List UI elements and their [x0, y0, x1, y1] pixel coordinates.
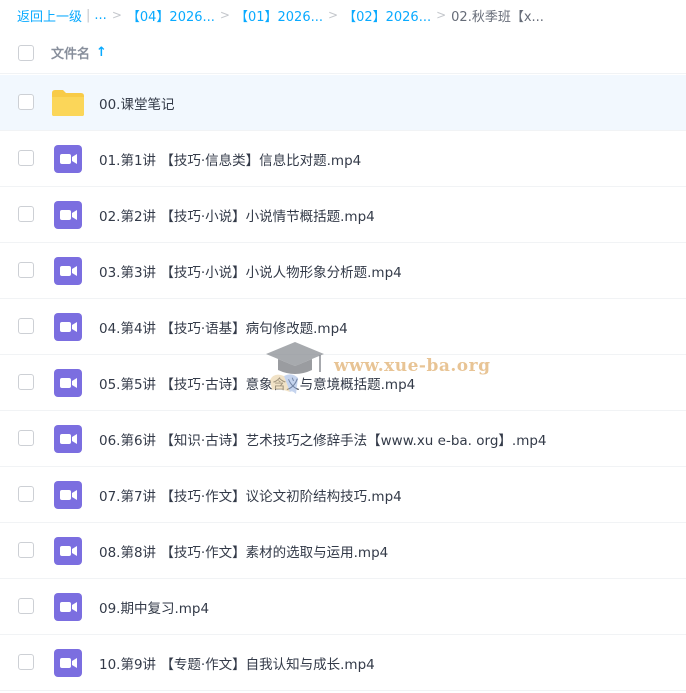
- breadcrumb-divider: |: [86, 7, 91, 23]
- file-name[interactable]: 08.第8讲 【技巧·作文】素材的选取与运用.mp4: [99, 541, 388, 561]
- breadcrumb: 返回上一级 | ... > 【04】2026... > 【01】2026... …: [0, 0, 686, 30]
- video-file-icon: [54, 481, 82, 509]
- breadcrumb-separator: >: [219, 8, 230, 22]
- video-file-icon: [54, 257, 82, 285]
- file-row[interactable]: 02.第2讲 【技巧·小说】小说情节概括题.mp4: [0, 187, 686, 243]
- file-name[interactable]: 07.第7讲 【技巧·作文】议论文初阶结构技巧.mp4: [99, 485, 402, 505]
- row-checkbox[interactable]: [18, 262, 34, 278]
- row-checkbox[interactable]: [18, 206, 34, 222]
- back-link[interactable]: 返回上一级: [17, 6, 82, 25]
- file-name[interactable]: 00.课堂笔记: [99, 93, 174, 113]
- row-checkbox[interactable]: [18, 542, 34, 558]
- video-file-icon: [54, 649, 82, 677]
- file-row[interactable]: 08.第8讲 【技巧·作文】素材的选取与运用.mp4: [0, 523, 686, 579]
- file-row[interactable]: 01.第1讲 【技巧·信息类】信息比对题.mp4: [0, 131, 686, 187]
- sort-ascending-icon: ↑: [96, 45, 107, 60]
- list-header: 文件名 ↑: [0, 32, 686, 74]
- file-row[interactable]: 04.第4讲 【技巧·语基】病句修改题.mp4: [0, 299, 686, 355]
- file-row[interactable]: 07.第7讲 【技巧·作文】议论文初阶结构技巧.mp4: [0, 467, 686, 523]
- file-name[interactable]: 10.第9讲 【专题·作文】自我认知与成长.mp4: [99, 653, 375, 673]
- video-file-icon: [54, 369, 82, 397]
- breadcrumb-ellipsis[interactable]: ...: [94, 8, 106, 23]
- video-file-icon: [54, 537, 82, 565]
- file-name[interactable]: 06.第6讲 【知识·古诗】艺术技巧之修辞手法【www.xu e-ba. org…: [99, 429, 547, 449]
- select-all-checkbox[interactable]: [18, 44, 34, 61]
- video-file-icon: [54, 313, 82, 341]
- row-checkbox[interactable]: [18, 150, 34, 166]
- folder-icon: [52, 90, 84, 116]
- file-row[interactable]: 06.第6讲 【知识·古诗】艺术技巧之修辞手法【www.xu e-ba. org…: [0, 411, 686, 467]
- video-file-icon: [54, 145, 82, 173]
- row-checkbox[interactable]: [18, 374, 34, 390]
- breadcrumb-separator: >: [111, 8, 122, 22]
- sort-by-name-header[interactable]: 文件名 ↑: [51, 43, 107, 62]
- breadcrumb-item-2[interactable]: 【01】2026...: [235, 6, 323, 25]
- file-name[interactable]: 01.第1讲 【技巧·信息类】信息比对题.mp4: [99, 149, 361, 169]
- breadcrumb-item-1[interactable]: 【04】2026...: [127, 6, 215, 25]
- video-file-icon: [54, 201, 82, 229]
- file-row[interactable]: 03.第3讲 【技巧·小说】小说人物形象分析题.mp4: [0, 243, 686, 299]
- file-name[interactable]: 04.第4讲 【技巧·语基】病句修改题.mp4: [99, 317, 348, 337]
- folder-row[interactable]: 00.课堂笔记: [0, 75, 686, 131]
- file-name[interactable]: 09.期中复习.mp4: [99, 597, 209, 617]
- row-checkbox[interactable]: [18, 430, 34, 446]
- row-checkbox[interactable]: [18, 654, 34, 670]
- video-file-icon: [54, 425, 82, 453]
- row-checkbox[interactable]: [18, 94, 34, 110]
- row-checkbox[interactable]: [18, 598, 34, 614]
- file-row[interactable]: 10.第9讲 【专题·作文】自我认知与成长.mp4: [0, 635, 686, 691]
- breadcrumb-item-3[interactable]: 【02】2026...: [343, 6, 431, 25]
- row-checkbox[interactable]: [18, 486, 34, 502]
- file-row[interactable]: 09.期中复习.mp4: [0, 579, 686, 635]
- breadcrumb-separator: >: [436, 8, 447, 22]
- file-name[interactable]: 05.第5讲 【技巧·古诗】意象含义与意境概括题.mp4: [99, 373, 415, 393]
- row-checkbox[interactable]: [18, 318, 34, 334]
- file-name[interactable]: 03.第3讲 【技巧·小说】小说人物形象分析题.mp4: [99, 261, 402, 281]
- breadcrumb-separator: >: [328, 8, 339, 22]
- file-name[interactable]: 02.第2讲 【技巧·小说】小说情节概括题.mp4: [99, 205, 375, 225]
- column-name-label: 文件名: [51, 47, 91, 62]
- video-file-icon: [54, 593, 82, 621]
- breadcrumb-current: 02.秋季班【x...: [451, 9, 544, 25]
- file-row[interactable]: 05.第5讲 【技巧·古诗】意象含义与意境概括题.mp4: [0, 355, 686, 411]
- file-list: 00.课堂笔记 01.第1讲 【技巧·信息类】信息比对题.mp4 02.第2讲 【技…: [0, 75, 686, 691]
